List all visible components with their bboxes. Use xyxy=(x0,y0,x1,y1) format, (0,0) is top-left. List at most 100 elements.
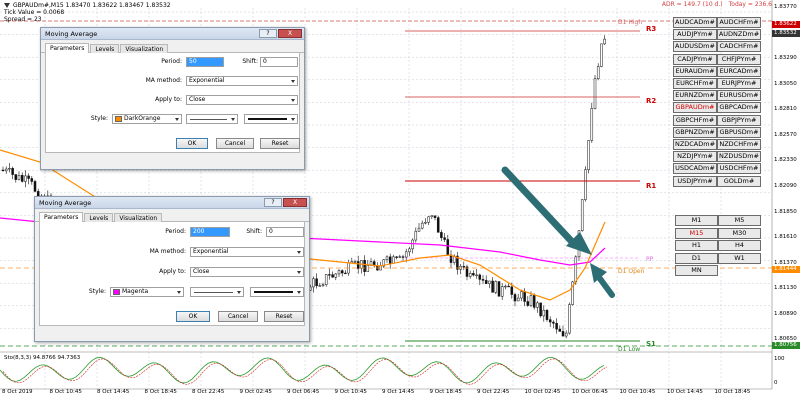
candle-body xyxy=(523,291,526,302)
help-button[interactable]: ? xyxy=(259,29,277,38)
timeframe-button-m5[interactable]: M5 xyxy=(718,215,761,226)
color-name: Magenta xyxy=(122,288,149,295)
price-axis-label: 1.82570 xyxy=(774,131,797,138)
symbol-button-usdjpym[interactable]: USDJPYm# xyxy=(673,175,717,187)
symbol-button-gbpusdm[interactable]: GBPUSDm# xyxy=(717,126,761,138)
symbol-button-eurcadm[interactable]: EURCADm# xyxy=(717,65,761,77)
ok-button[interactable]: OK xyxy=(176,138,208,149)
symbol-button-chfjpym[interactable]: CHFJPYm# xyxy=(717,53,761,65)
symbol-button-eurnzdm[interactable]: EURNZDm# xyxy=(673,90,717,102)
symbol-button-nzdchfm[interactable]: NZDCHFm# xyxy=(717,139,761,150)
symbol-button-gbpchfm[interactable]: GBPCHFm# xyxy=(673,114,717,126)
timeframe-button-w1[interactable]: W1 xyxy=(718,252,761,264)
symbol-button-nzdjpym[interactable]: NZDJPYm# xyxy=(673,151,717,163)
timeframe-button-m15[interactable]: M15 xyxy=(675,227,718,239)
candle-body xyxy=(427,216,430,223)
symbol-button-eurchfm[interactable]: EURCHFm# xyxy=(673,78,717,89)
reset-button[interactable]: Reset xyxy=(260,138,300,149)
symbol-button-eurjpym[interactable]: EURJPYm# xyxy=(717,78,761,89)
candle-body xyxy=(318,285,322,287)
close-button[interactable]: X xyxy=(283,198,307,207)
dialog-title: Moving Average xyxy=(39,198,92,207)
style-label: Style: xyxy=(88,288,106,295)
color-select[interactable]: DarkOrange xyxy=(112,114,182,124)
candle-body xyxy=(520,291,523,299)
timeframe-button-h1[interactable]: H1 xyxy=(675,240,718,251)
candle-body xyxy=(14,174,18,180)
shift-input[interactable]: 0 xyxy=(260,57,298,67)
symbol-button-euraudm[interactable]: EURAUDm# xyxy=(673,65,717,77)
symbol-button-audnzdm[interactable]: AUDNZDm# xyxy=(717,29,761,41)
line-width-select[interactable] xyxy=(244,114,298,124)
candle-body xyxy=(411,239,414,250)
candle-body xyxy=(561,331,565,337)
period-input[interactable]: 200 xyxy=(190,227,230,237)
ma-method-value: Exponential xyxy=(193,248,229,255)
moving-average-dialog-50[interactable]: Moving Average ? X Parameters Levels Vis… xyxy=(40,27,305,170)
candle-body xyxy=(30,178,34,182)
help-button[interactable]: ? xyxy=(264,198,282,207)
ma-method-select[interactable]: Exponential xyxy=(186,76,298,86)
parameters-panel: Period: 200 Shift: 0 MA method: Exponent… xyxy=(39,222,305,326)
ok-button[interactable]: OK xyxy=(176,311,210,322)
line-width-preview xyxy=(254,291,293,293)
price-axis-label: 1.81370 xyxy=(774,259,797,266)
today-text: Today = 236.6 xyxy=(728,1,772,8)
timeframe-button-h4[interactable]: H4 xyxy=(718,240,761,251)
price-axis-label: 1.83770 xyxy=(774,4,797,10)
stochastic-scale-label: 100 xyxy=(774,356,785,362)
dialog-title-bar[interactable]: Moving Average ? X xyxy=(41,28,304,40)
level-r2: R2 xyxy=(646,97,657,105)
candle-body xyxy=(315,278,318,287)
dropdown-triangle-icon[interactable] xyxy=(4,3,10,8)
symbol-button-goldm[interactable]: GOLDm# xyxy=(717,175,761,187)
apply-to-select[interactable]: Close xyxy=(190,267,304,277)
timeframe-button-m30[interactable]: M30 xyxy=(718,227,761,239)
timeframe-button-d1[interactable]: D1 xyxy=(675,252,718,264)
symbol-button-audjpym[interactable]: AUDJPYm# xyxy=(673,29,717,41)
symbol-button-cadjpym[interactable]: CADJPYm# xyxy=(673,53,717,65)
candle-body xyxy=(20,175,24,182)
price-axis-label: 1.82330 xyxy=(774,157,797,164)
reset-button[interactable]: Reset xyxy=(264,311,304,322)
timeframe-button-mn[interactable]: MN xyxy=(675,265,718,276)
moving-average-dialog-200[interactable]: Moving Average ? X Parameters Levels Vis… xyxy=(34,196,310,342)
line-style-select[interactable] xyxy=(190,287,244,297)
candle-body xyxy=(484,280,488,284)
close-button[interactable]: X xyxy=(278,29,302,38)
symbol-button-usdchfm[interactable]: USDCHFm# xyxy=(717,163,761,175)
symbol-button-audchfm[interactable]: AUDCHFm# xyxy=(717,17,761,28)
symbol-button-nzdusdm[interactable]: NZDUSDm# xyxy=(717,151,761,163)
shift-input[interactable]: 0 xyxy=(266,227,304,237)
candle-body xyxy=(555,323,558,330)
timeframe-button-m1[interactable]: M1 xyxy=(675,215,718,226)
symbol-button-gbpcadm[interactable]: GBPCADm# xyxy=(717,102,761,114)
candle-body xyxy=(324,274,328,285)
symbol-button-eurusdm[interactable]: EURUSDm# xyxy=(717,90,761,102)
symbol-button-audcadm[interactable]: AUDCADm# xyxy=(673,17,717,28)
symbol-button-gbpnzdm[interactable]: GBPNZDm# xyxy=(673,126,717,138)
dialog-title-bar[interactable]: Moving Average ? X xyxy=(35,197,309,209)
cancel-button[interactable]: Cancel xyxy=(216,138,254,149)
cancel-button[interactable]: Cancel xyxy=(218,311,258,322)
chevron-down-icon xyxy=(175,118,179,121)
time-axis-label: 10 Oct 06:45 xyxy=(572,389,608,395)
time-axis-label: 10 Oct 18:45 xyxy=(714,389,751,395)
ma-method-select[interactable]: Exponential xyxy=(190,247,304,257)
candle-body xyxy=(513,294,517,302)
line-width-select[interactable] xyxy=(250,287,304,297)
line-style-select[interactable] xyxy=(186,114,238,124)
symbol-button-usdcadm[interactable]: USDCADm# xyxy=(673,163,717,175)
color-select[interactable]: Magenta xyxy=(110,287,184,297)
symbol-button-nzdcadm[interactable]: NZDCADm# xyxy=(673,139,717,150)
chevron-down-icon xyxy=(297,251,301,254)
period-input[interactable]: 50 xyxy=(186,57,224,67)
apply-to-select[interactable]: Close xyxy=(186,95,298,105)
candle-body xyxy=(385,256,389,260)
symbol-button-gbpjpym[interactable]: GBPJPYm# xyxy=(717,114,761,126)
symbol-button-audusdm[interactable]: AUDUSDm# xyxy=(673,41,717,53)
symbol-button-gbpaudm[interactable]: GBPAUDm# xyxy=(673,102,717,114)
candle-body xyxy=(443,237,446,240)
candle-body xyxy=(475,274,478,276)
symbol-button-cadchfm[interactable]: CADCHFm# xyxy=(717,41,761,53)
